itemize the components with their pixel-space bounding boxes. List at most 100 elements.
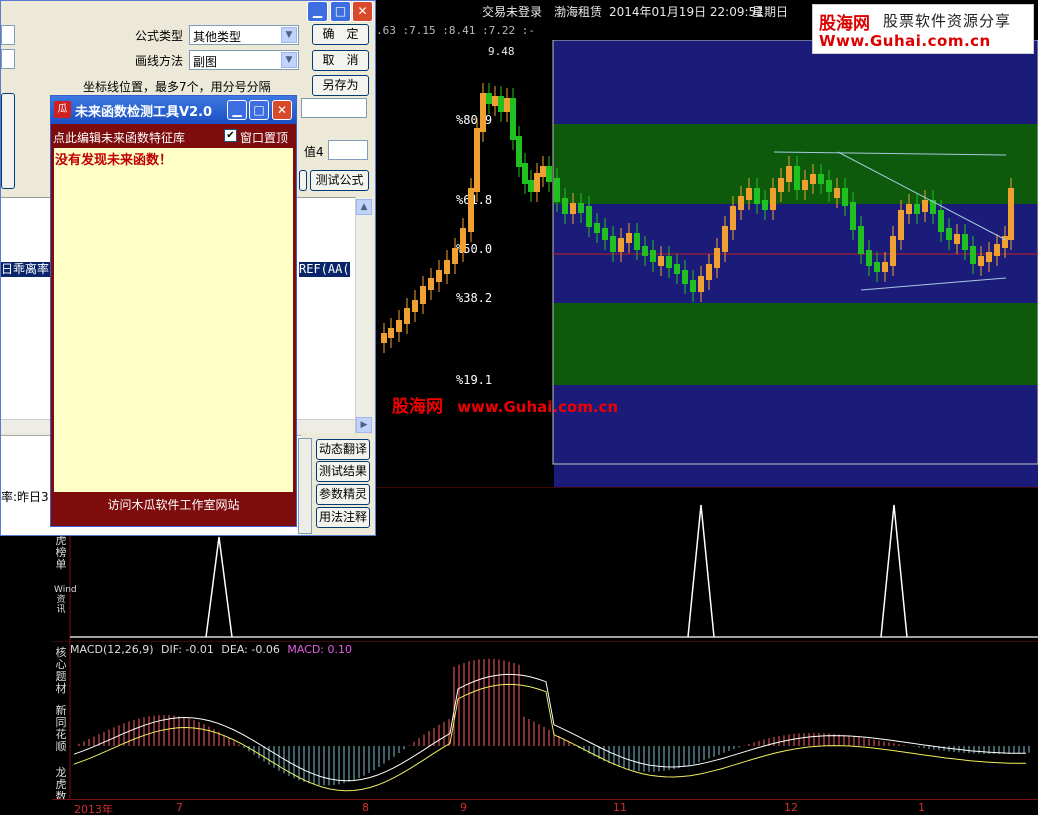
watermark: 股海网 www.Guhai.com.cn — [392, 392, 618, 417]
candle-body — [754, 188, 760, 204]
candle-body — [770, 188, 776, 210]
papaya-logo-icon: 瓜 — [54, 101, 71, 118]
macd-value: MACD: 0.10 — [287, 643, 352, 656]
candle-body — [381, 333, 387, 343]
candle-body — [452, 248, 458, 264]
candle-body — [882, 262, 888, 272]
candle-body — [874, 262, 880, 272]
topmost-checkbox[interactable]: ✔ — [224, 129, 237, 142]
macd-svg — [52, 640, 1038, 799]
value4-input[interactable] — [328, 140, 368, 160]
scroll-right-icon[interactable]: ▶ — [356, 417, 372, 433]
maximize-icon: □ — [334, 4, 347, 18]
axis-label-9: 9 — [460, 801, 467, 814]
candle-body — [1008, 188, 1014, 240]
candle-body — [914, 204, 920, 214]
topmost-label[interactable]: 窗口置顶 — [240, 129, 288, 146]
detector-maximize-button[interactable]: □ — [249, 100, 269, 120]
ok-button[interactable]: 确 定 — [312, 24, 369, 45]
candle-body — [1002, 236, 1008, 248]
candle-body — [650, 250, 656, 262]
dynamic-translate-button[interactable]: 动态翻译 — [316, 439, 370, 460]
side-label-1[interactable]: 虎榜单 — [54, 535, 68, 571]
candle-body — [534, 173, 540, 192]
param-wizard-button[interactable]: 参数精灵 — [316, 484, 370, 505]
watermark-url: www.Guhai.com.cn — [457, 398, 619, 416]
candle-body — [428, 278, 434, 290]
maximize-icon: □ — [253, 103, 265, 117]
name-field[interactable] — [1, 25, 15, 45]
candle-body — [826, 180, 832, 192]
code-line-right: REF(AA( — [299, 262, 350, 277]
signal-spike-2 — [687, 504, 715, 638]
maximize-button[interactable]: □ — [330, 1, 351, 22]
draw-method-label: 画线方法 — [135, 54, 184, 68]
coords-input[interactable] — [301, 98, 367, 118]
desc-field[interactable] — [1, 49, 15, 69]
side-label-4[interactable]: 新同花顺 — [54, 705, 68, 753]
weekday: 星期日 — [752, 5, 789, 19]
candle-body — [674, 264, 680, 274]
formula-type-label: 公式类型 — [135, 29, 184, 43]
output-text: 率:昨日3 — [1, 490, 49, 504]
candle-body — [586, 206, 592, 227]
detector-minimize-button[interactable]: ▁ — [227, 100, 247, 120]
side-button[interactable] — [1, 93, 15, 189]
save-as-button[interactable]: 另存为 — [312, 75, 369, 96]
candle-body — [954, 234, 960, 244]
candle-body — [540, 166, 546, 177]
dea-line — [73, 683, 1026, 792]
candle-body — [698, 276, 704, 292]
candle-body — [890, 236, 896, 266]
candle-body — [858, 226, 864, 254]
candle-body — [528, 180, 534, 192]
usage-note-button[interactable]: 用法注释 — [316, 507, 370, 528]
candle-body — [474, 128, 480, 192]
close-button[interactable]: ✕ — [352, 1, 373, 22]
param-button[interactable] — [299, 170, 307, 191]
test-formula-button[interactable]: 测试公式 — [310, 170, 369, 191]
candle-body — [786, 166, 792, 182]
candle-body — [460, 228, 466, 252]
candle-body — [746, 188, 752, 200]
candle-body — [554, 178, 560, 202]
datetime: 2014年01月19日 22:09:51 — [609, 5, 764, 19]
code-vscrollbar[interactable]: ▲ ▶ — [355, 197, 372, 433]
draw-method-select[interactable]: 副图 ▼ — [189, 50, 299, 70]
chart-left-bg — [376, 40, 554, 487]
detector-titlebar[interactable]: 瓜 未来函数检测工具V2.0 ▁ □ ✕ — [51, 96, 296, 124]
time-axis: 2013年 7 8 9 11 12 1 — [52, 799, 1038, 815]
high-label: 9.48 — [488, 45, 515, 58]
candle-body — [388, 328, 394, 338]
minimize-button[interactable]: ▁ — [307, 1, 328, 22]
detector-title: 未来函数检测工具V2.0 — [75, 105, 213, 120]
output-scrollbar[interactable] — [298, 438, 312, 534]
candle-body — [516, 136, 522, 167]
candle-body — [618, 238, 624, 252]
future-function-detector-window[interactable]: 瓜 未来函数检测工具V2.0 ▁ □ ✕ 点此编辑未来函数特征库 ✔ 窗口置顶 … — [50, 95, 297, 527]
studio-website-link[interactable]: 访问木瓜软件工作室网站 — [54, 494, 293, 516]
edit-library-link[interactable]: 点此编辑未来函数特征库 — [53, 129, 185, 146]
candle-body — [898, 210, 904, 240]
candle-body — [412, 300, 418, 312]
minimize-icon: ▁ — [232, 103, 242, 117]
candle-body — [986, 252, 992, 262]
side-label-3[interactable]: 核心题材 — [54, 647, 68, 695]
scroll-up-icon[interactable]: ▲ — [356, 199, 372, 215]
macd-panel[interactable] — [52, 640, 1038, 799]
candle-body — [818, 174, 824, 184]
main-kline-chart[interactable]: %80.9 %61.8 %50.0 %38.2 %19.1 9.48 — [376, 40, 1038, 487]
fib-level-label: %61.8 — [456, 193, 492, 207]
candle-body — [404, 308, 410, 324]
candle-body — [486, 93, 492, 104]
formula-type-select[interactable]: 其他类型 ▼ — [189, 25, 299, 45]
detector-result-area[interactable]: 没有发现未来函数！ — [54, 148, 293, 492]
cancel-button[interactable]: 取 消 — [312, 50, 369, 71]
detector-close-button[interactable]: ✕ — [272, 100, 292, 120]
candle-body — [642, 246, 648, 256]
test-result-button[interactable]: 测试结果 — [316, 461, 370, 482]
candle-body — [722, 226, 728, 252]
candle-body — [962, 234, 968, 250]
side-label-2[interactable]: Wind资讯 — [54, 585, 77, 615]
macd-legend: MACD(12,26,9) DIF: -0.01 DEA: -0.06 MACD… — [70, 643, 352, 656]
